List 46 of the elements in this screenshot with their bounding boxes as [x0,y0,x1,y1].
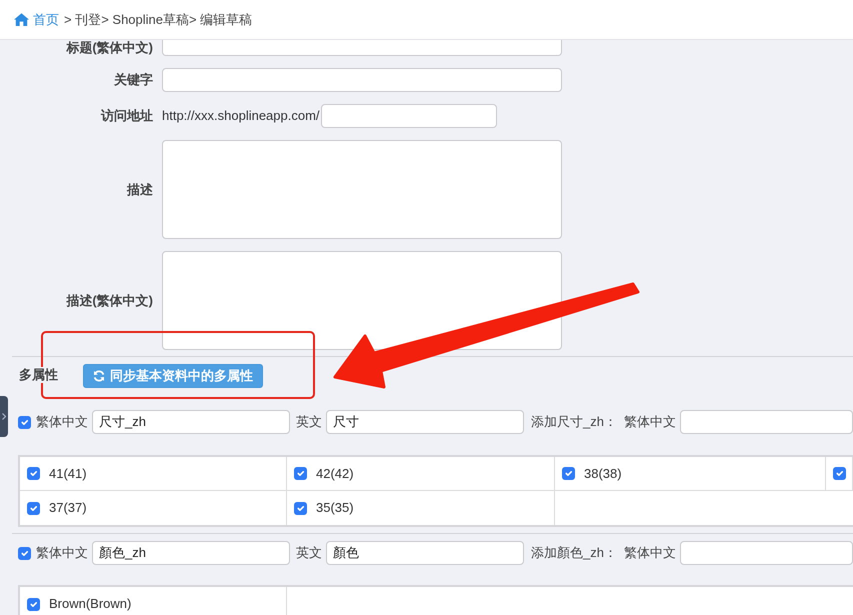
checkbox[interactable] [294,467,307,480]
breadcrumb-trail: > 刊登> Shopline草稿> 编辑草稿 [64,12,252,28]
checkbox[interactable] [27,598,40,610]
checkbox[interactable] [18,546,31,560]
field-label: 标题(繁体中文) [65,40,153,56]
home-link[interactable]: 首页 [14,12,59,28]
field-label: 访问地址 [100,108,153,124]
option-label: 35(35) [316,500,354,516]
text-input[interactable] [680,410,853,434]
sidebar-toggle[interactable] [0,396,8,437]
field-label: 描述(繁体中文) [65,292,153,308]
text-input[interactable]: 顏色 [326,541,524,565]
option-label: Brown(Brown) [49,596,132,612]
field-label: 英文 [296,414,322,430]
checkbox[interactable] [27,502,40,514]
text-input[interactable]: 尺寸_zh [92,410,290,434]
field-label: 描述 [126,182,153,198]
home-icon [14,13,29,26]
text-input[interactable] [320,104,497,128]
field-label: 繁体中文 [36,414,88,430]
field-label: 繁体中文 [36,545,88,561]
field-label: 添加尺寸_zh： [531,414,617,430]
checkbox[interactable] [562,467,575,480]
text-input[interactable]: 顏色_zh [92,541,290,565]
checkbox[interactable] [27,467,40,480]
field-label: 添加顏色_zh： [531,545,617,561]
refresh-icon [93,370,105,382]
option-label: 37(37) [49,500,87,516]
chevron-icon [2,413,6,420]
field-label: 繁体中文 [624,545,676,561]
checkbox[interactable] [833,467,846,480]
option-label: 38(38) [584,466,622,482]
field-label: 英文 [296,545,322,561]
text-input[interactable] [162,68,562,92]
url-prefix: http://xxx.shoplineapp.com/ [162,108,320,124]
option-label: 41(41) [49,466,87,482]
field-label: 关键字 [112,72,153,88]
text-input[interactable]: 尺寸 [326,410,524,434]
section-label: 多属性 [19,367,58,383]
field-label: 繁体中文 [624,414,676,430]
checkbox[interactable] [294,502,307,514]
text-input[interactable] [162,40,562,56]
option-label: 42(42) [316,466,354,482]
checkbox[interactable] [18,416,31,428]
text-input[interactable] [680,541,853,565]
textarea[interactable] [162,251,562,350]
